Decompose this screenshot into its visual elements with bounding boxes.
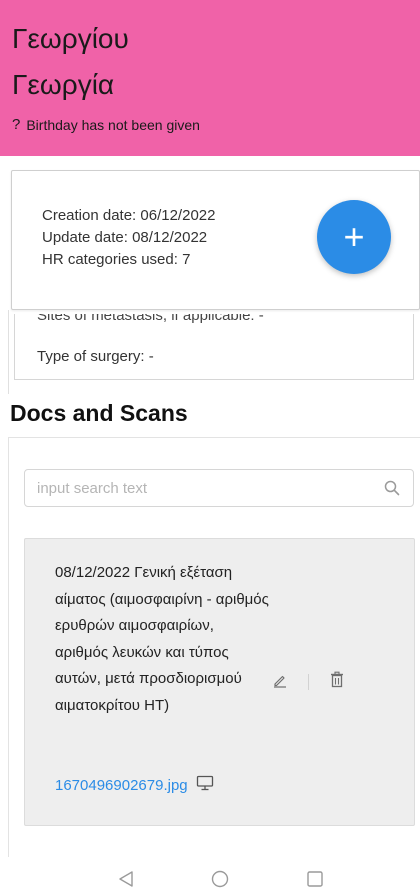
plus-icon: + [343,216,365,257]
system-navigation-bar [0,860,420,895]
document-description: 08/12/2022 Γενική εξέταση αίματος (αιμοσ… [55,564,269,714]
docs-section-title: Docs and Scans [10,400,188,426]
actions-divider [308,674,309,690]
patient-surname: Γεωργίου [12,23,129,54]
pencil-icon[interactable] [272,672,288,693]
triangle-back-icon[interactable] [118,870,134,893]
add-button[interactable]: + [317,200,391,274]
monitor-icon[interactable] [196,775,214,796]
circle-home-icon[interactable] [211,870,229,893]
search-box[interactable] [24,469,414,507]
birthday-status: ? Birthday has not been given [12,116,404,133]
search-icon[interactable] [383,479,401,497]
question-mark-icon: ? [12,116,21,133]
history-left-border [8,310,9,394]
document-actions [272,671,345,693]
medical-history-card: Sites of metastasis, if applicable: - Ty… [14,314,414,380]
document-file-link[interactable]: 1670496902679.jpg [55,777,188,794]
document-file: 1670496902679.jpg [55,775,214,796]
patient-header: Γεωργίου Γεωργία ? Birthday has not been… [0,0,420,156]
metastasis-sites-field: Sites of metastasis, if applicable: - [37,314,264,324]
square-recents-icon[interactable] [306,870,324,893]
document-card: 08/12/2022 Γενική εξέταση αίματος (αιμοσ… [24,538,415,826]
patient-firstname: Γεωργία [12,69,115,100]
surgery-type-field: Type of surgery: - [37,348,154,365]
birthday-text: Birthday has not been given [26,116,200,133]
search-input[interactable] [37,479,383,497]
trash-icon[interactable] [329,671,345,693]
